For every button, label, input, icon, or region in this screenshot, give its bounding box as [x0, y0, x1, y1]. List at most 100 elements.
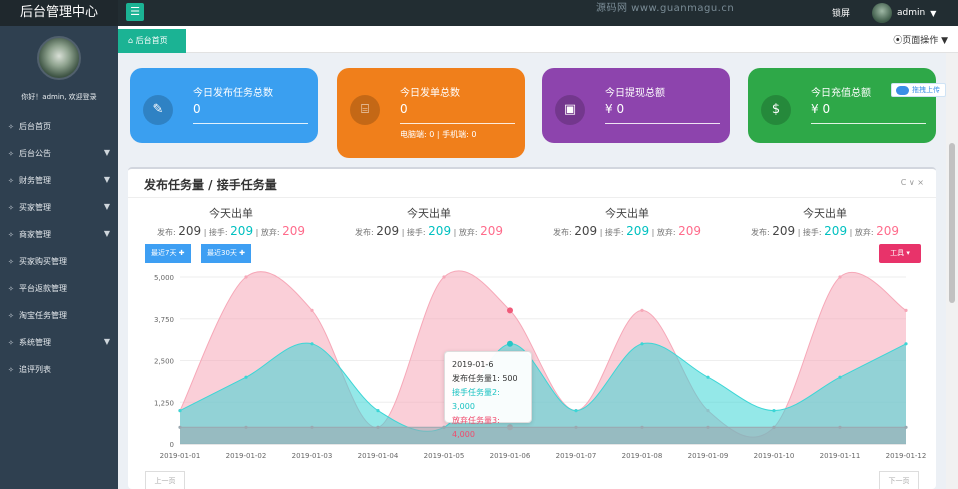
data-point [442, 275, 446, 279]
today-orders-stat: 今天出单发布: 209 | 接手: 209 | 放弃: 209 [542, 205, 712, 238]
sparkle-icon: ✧ [8, 257, 14, 266]
stat-label-accept: | 接手: [599, 228, 624, 237]
chevron-down-icon: ▼ [930, 8, 937, 18]
data-point [640, 425, 644, 429]
card-icon: ⌸ [350, 95, 380, 125]
sparkle-icon: ✧ [8, 284, 14, 293]
x-tick-label: 2019-01-02 [226, 452, 267, 460]
avatar[interactable] [37, 36, 81, 80]
stat-card-2[interactable]: ▣ 今日提现总额 ¥ 0 [542, 68, 730, 143]
sidebar-item-6[interactable]: ✧ 平台返款管理 [0, 275, 118, 302]
sidebar-item-5[interactable]: ✧ 买家购买管理 [0, 248, 118, 275]
stat-card-1[interactable]: ⌸ 今日发单总数 0 电脑端: 0 | 手机端: 0 [337, 68, 525, 158]
user-menu[interactable]: admin ▼ [872, 2, 936, 24]
lock-screen-link[interactable]: 锁屏 [832, 6, 850, 19]
divider [128, 197, 936, 198]
sidebar-item-1[interactable]: ✧ 后台公告 ▼ [0, 140, 118, 167]
brand-title[interactable]: 后台管理中心 [0, 0, 118, 26]
x-tick-label: 2019-01-03 [292, 452, 333, 460]
x-tick-label: 2019-01-11 [820, 452, 861, 460]
stat-line: 发布: 209 | 接手: 209 | 放弃: 209 [344, 224, 514, 238]
chevron-down-icon: ▼ [103, 175, 110, 184]
data-point [838, 425, 842, 429]
data-point [310, 342, 314, 346]
chart-tooltip: 2019-01-6 发布任务量1: 500 接手任务量2: 3,000 放弃任务… [444, 351, 532, 439]
card-icon: ▣ [555, 95, 585, 125]
stat-publish-value: 209 [178, 224, 202, 238]
sidebar-item-label: 财务管理 [19, 176, 51, 185]
data-point [706, 425, 710, 429]
data-point [706, 375, 710, 379]
sparkle-icon: ✧ [8, 122, 14, 131]
cloud-icon [896, 85, 909, 95]
stat-card-0[interactable]: ✎ 今日发布任务总数 0 [130, 68, 318, 143]
prev-page-button[interactable]: 上一页 [145, 471, 185, 489]
hamburger-icon[interactable]: ☰ [126, 3, 144, 21]
sidebar-item-label: 后台公告 [19, 149, 51, 158]
sidebar-item-0[interactable]: ✧ 后台首页 [0, 113, 118, 140]
stat-label-accept: | 接手: [797, 228, 822, 237]
last-30-days-button[interactable]: 最近30天 ✚ [201, 244, 251, 263]
scroll-thumb[interactable] [949, 143, 955, 303]
stat-label-accept: | 接手: [203, 228, 228, 237]
stat-label-abandon: | 放弃: [255, 228, 280, 237]
stat-line: 发布: 209 | 接手: 209 | 放弃: 209 [542, 224, 712, 238]
x-tick-label: 2019-01-04 [358, 452, 399, 460]
sparkle-icon: ✧ [8, 230, 14, 239]
welcome-text: 你好！admin, 欢迎登录 [21, 93, 97, 101]
avatar-small [872, 3, 892, 23]
stat-title: 今天出单 [605, 207, 649, 220]
panel-title: 发布任务量 / 接手任务量 [144, 178, 277, 192]
username: admin [897, 8, 926, 18]
data-point [442, 425, 446, 429]
tooltip-series-1: 发布任务量1: 500 [452, 374, 518, 383]
card-value: ¥ 0 [811, 102, 831, 116]
card-underline [605, 123, 720, 124]
data-point [904, 425, 908, 429]
sidebar-item-4[interactable]: ✧ 商家管理 ▼ [0, 221, 118, 248]
tools-dropdown-button[interactable]: 工具 ▾ [879, 244, 921, 263]
sidebar-item-7[interactable]: ✧ 淘宝任务管理 [0, 302, 118, 329]
data-point [838, 275, 842, 279]
sidebar-item-label: 淘宝任务管理 [19, 311, 67, 320]
stat-accept-value: 209 [626, 224, 650, 238]
sidebar-item-2[interactable]: ✧ 财务管理 ▼ [0, 167, 118, 194]
data-point [574, 409, 578, 413]
card-value: 0 [400, 102, 408, 116]
home-icon: ⌂ [128, 36, 134, 45]
y-tick-label: 1,250 [154, 399, 174, 407]
drag-upload-badge[interactable]: 拖拽上传 [891, 83, 946, 97]
data-point [376, 409, 380, 413]
tooltip-date: 2019-01-6 [452, 360, 494, 369]
stat-title: 今天出单 [209, 207, 253, 220]
stat-label-abandon: | 放弃: [849, 228, 874, 237]
scrollbar[interactable] [946, 53, 958, 489]
area-chart[interactable]: 0 1,250 2,500 3,750 5,000 2019-01-01 2019-01-0… [128, 263, 936, 471]
drag-upload-label: 拖拽上传 [912, 86, 940, 94]
page-operations-dropdown[interactable]: ⦿页面操作 ▼ [893, 33, 948, 46]
sidebar-item-8[interactable]: ✧ 系统管理 ▼ [0, 329, 118, 356]
stat-card-3[interactable]: $ 今日充值总额 ¥ 0 [748, 68, 936, 143]
sidebar-item-9[interactable]: ✧ 追评列表 [0, 356, 118, 383]
data-point [772, 409, 776, 413]
next-page-button[interactable]: 下一页 [879, 471, 919, 489]
x-tick-label: 2019-01-09 [688, 452, 729, 460]
series-area-3 [180, 427, 906, 444]
sparkle-icon: ✧ [8, 149, 14, 158]
card-title: 今日发布任务总数 [193, 88, 273, 99]
stat-accept-value: 209 [428, 224, 452, 238]
stat-label-accept: | 接手: [401, 228, 426, 237]
data-point [244, 275, 248, 279]
stat-line: 发布: 209 | 接手: 209 | 放弃: 209 [740, 224, 910, 238]
data-point [904, 308, 908, 312]
highlight-point-series-3 [507, 307, 513, 314]
tab-home[interactable]: ⌂ 后台首页 [118, 29, 186, 53]
chevron-down-icon: ▼ [103, 229, 110, 238]
y-tick-label: 3,750 [154, 316, 174, 324]
sidebar-item-3[interactable]: ✧ 买家管理 ▼ [0, 194, 118, 221]
stat-accept-value: 209 [230, 224, 254, 238]
y-tick-label: 2,500 [154, 358, 174, 366]
panel-tools[interactable]: C ∨ × [901, 178, 924, 187]
last-7-days-button[interactable]: 最近7天 ✚ [145, 244, 191, 263]
x-tick-label: 2019-01-07 [556, 452, 597, 460]
